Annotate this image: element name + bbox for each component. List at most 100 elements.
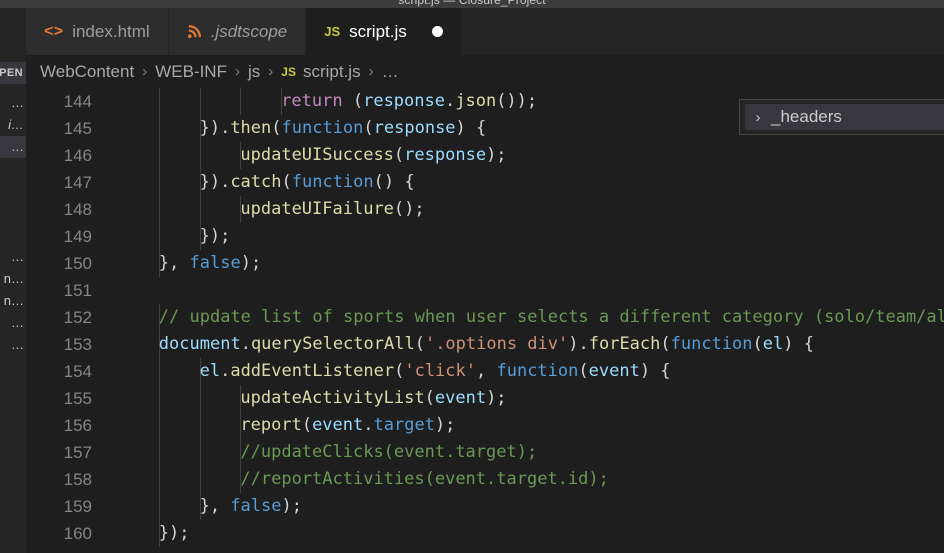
code-token: );	[240, 253, 262, 273]
open-editor-item-8[interactable]: n…	[0, 268, 26, 290]
window-title: script.js — Closure_Project	[398, 0, 546, 7]
code-line[interactable]: 148 updateUIFailure();	[26, 196, 944, 223]
code-token: ) {	[639, 361, 671, 381]
open-editor-item-9[interactable]: n…	[0, 290, 26, 312]
code-line[interactable]: 151	[26, 277, 944, 304]
code-line-text: }, false);	[200, 493, 302, 520]
open-editor-item-1[interactable]: i…	[0, 114, 26, 136]
code-token: ());	[496, 91, 538, 111]
open-editors-header[interactable]: OPEN EDITORS	[0, 62, 26, 84]
code-line[interactable]: 157 //updateClicks(event.target);	[26, 439, 944, 466]
code-line[interactable]: 147 }).catch(function() {	[26, 169, 944, 196]
code-token: (	[363, 118, 374, 138]
code-line-text: updateUIFailure();	[240, 196, 424, 223]
breadcrumb-item-4[interactable]: …	[382, 62, 399, 82]
breadcrumb-item-label: WEB-INF	[155, 61, 227, 81]
code-line-text: document.querySelectorAll('.options div'…	[159, 331, 814, 358]
code-token: },	[199, 496, 231, 516]
open-editor-item-7[interactable]: …	[0, 246, 26, 268]
code-token: (	[301, 415, 313, 435]
code-line[interactable]: 160});	[26, 520, 944, 547]
code-token: forEach	[588, 334, 661, 354]
code-line-text: // update list of sports when user selec…	[159, 304, 944, 331]
breadcrumb-item-3[interactable]: JS script.js	[281, 62, 360, 82]
breadcrumb-item-2[interactable]: js	[248, 62, 260, 82]
code-token: function	[496, 361, 579, 381]
code-line-text: updateUISuccess(response);	[240, 142, 506, 169]
tab-script-js[interactable]: JS script.js	[306, 8, 462, 55]
popup-label: _headers	[771, 107, 842, 126]
code-token: .	[240, 334, 251, 354]
code-token: // update list of sports when user selec…	[158, 307, 944, 327]
open-editor-item-label: …	[11, 139, 24, 154]
code-token: }).	[199, 172, 231, 192]
headers-hover-popup[interactable]: › _headers	[739, 99, 944, 135]
line-number: 158	[63, 470, 92, 489]
unsaved-changes-dot-icon[interactable]	[431, 26, 443, 37]
open-editor-item-0[interactable]: …	[0, 92, 26, 114]
code-line[interactable]: 154 el.addEventListener('click', function…	[26, 358, 944, 385]
code-token: //updateClicks(event.target);	[240, 442, 538, 462]
js-badge-icon: JS	[281, 64, 296, 79]
code-line[interactable]: 158 //reportActivities(event.target.id);	[26, 466, 944, 493]
code-token: report	[240, 415, 302, 435]
line-number: 155	[63, 389, 92, 408]
code-token: updateActivityList	[240, 388, 425, 408]
open-editor-item-label: n…	[3, 271, 24, 286]
html-tag-icon: <>	[44, 22, 64, 41]
code-token: then	[230, 118, 272, 138]
code-line[interactable]: 159}, false);	[26, 493, 944, 520]
open-editor-item-11[interactable]: …	[0, 334, 26, 356]
code-line[interactable]: 153 document.querySelectorAll('.options d…	[26, 331, 944, 358]
code-token: return	[281, 91, 343, 111]
tab-index-html[interactable]: <> index.html	[26, 8, 169, 55]
editor-tab-bar[interactable]: <> index.html .jsdtscope JS script.js	[26, 8, 944, 55]
code-line[interactable]: 161	[26, 547, 944, 553]
open-editor-item-2[interactable]: …	[0, 136, 26, 158]
line-number: 149	[63, 227, 92, 246]
code-line-text: }).then(function(response) {	[200, 115, 487, 142]
code-line-text: el.addEventListener('click', function(ev…	[200, 358, 671, 385]
code-line[interactable]: 152 // update list of sports when user se…	[26, 304, 944, 331]
open-editor-item-10[interactable]: …	[0, 312, 26, 334]
open-editor-item-label: n…	[3, 293, 24, 308]
open-editors-list[interactable]: … i……… n… n………	[0, 92, 26, 356]
open-editor-item-5	[0, 202, 26, 224]
breadcrumb-separator-icon: ›	[234, 63, 240, 80]
code-token: updateUISuccess	[240, 145, 394, 165]
code-line[interactable]: 149});	[26, 223, 944, 250]
code-editor[interactable]: 144 return (response.json()); 145}).then(f…	[26, 88, 944, 553]
code-token: (	[752, 334, 763, 354]
code-token: event	[312, 415, 364, 435]
code-line[interactable]: 155 updateActivityList(event);	[26, 385, 944, 412]
popup-row-headers[interactable]: › _headers	[745, 104, 944, 130]
line-number: 144	[63, 92, 92, 111]
explorer-sidebar[interactable]: OPEN EDITORS …i………n…n………	[0, 8, 26, 553]
code-token: el	[199, 361, 221, 381]
tab-jsdtscope[interactable]: .jsdtscope	[168, 8, 307, 55]
code-lines[interactable]: 144 return (response.json()); 145}).then(f…	[26, 88, 944, 553]
code-line[interactable]: 150}, false);	[26, 250, 944, 277]
line-number: 161	[26, 547, 92, 553]
line-number: 147	[63, 173, 92, 192]
chevron-right-icon[interactable]: ›	[751, 110, 765, 125]
code-token: );	[434, 415, 456, 435]
line-number: 160	[63, 524, 92, 543]
code-line-text: //reportActivities(event.target.id);	[240, 466, 608, 493]
code-token: response	[363, 91, 445, 111]
code-token: (	[578, 361, 589, 381]
code-line[interactable]: 156 report(event.target);	[26, 412, 944, 439]
code-token: event	[588, 361, 640, 381]
breadcrumb-item-1[interactable]: WEB-INF	[155, 62, 227, 82]
code-token: response	[404, 145, 487, 165]
breadcrumb-item-0[interactable]: WebContent	[40, 62, 134, 82]
code-token: (	[342, 91, 364, 111]
tab-label: .jsdtscope	[210, 22, 288, 41]
code-line[interactable]: 146 updateUISuccess(response);	[26, 142, 944, 169]
line-number: 151	[63, 281, 92, 300]
breadcrumb[interactable]: WebContent › WEB-INF › js › JS script.js ›…	[26, 55, 944, 88]
code-line-text: }).catch(function() {	[200, 169, 415, 196]
open-editor-item-label: i…	[8, 117, 24, 132]
open-editor-item-label: …	[11, 95, 24, 110]
tab-bar-empty-space	[461, 8, 944, 55]
